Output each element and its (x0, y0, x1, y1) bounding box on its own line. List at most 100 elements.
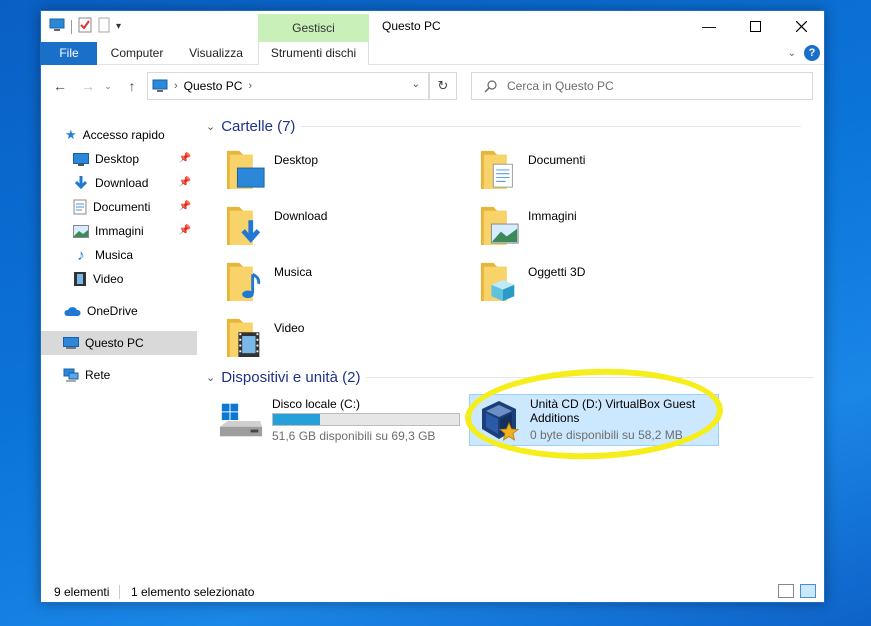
drive-info: Disco locale (C:) 51,6 GB disponibili su… (272, 397, 460, 449)
properties-icon[interactable] (78, 17, 92, 36)
navigation-bar: ← → ⌄ ↑ › Questo PC › ⌄ ↻ (41, 70, 824, 102)
sidebar-item-label: Accesso rapido (82, 128, 165, 142)
window-title: Questo PC (382, 19, 441, 33)
address-dropdown-icon[interactable]: ⌄ (412, 79, 420, 90)
folder-label: Desktop (274, 153, 319, 167)
chevron-down-icon: ⌄ (104, 81, 112, 91)
tab-file[interactable]: File (41, 42, 97, 65)
content-pane: ⌄ Cartelle (7) Desktop Documenti Downloa… (198, 111, 825, 581)
folder-tile-download[interactable]: Download (226, 203, 466, 255)
drive-name-continued: Additions (530, 411, 580, 425)
drive-tile-d[interactable]: Unità CD (D:) VirtualBox Guest Additions… (469, 394, 719, 446)
sidebar-item-download[interactable]: Download 📌 (73, 171, 195, 195)
sidebar-item-label: Documenti (93, 200, 151, 214)
folder-tile-immagini[interactable]: Immagini (480, 203, 720, 255)
drive-name: Disco locale (C:) (272, 397, 361, 411)
maximize-button[interactable] (732, 11, 778, 41)
document-icon (73, 199, 87, 215)
forward-button[interactable]: → (79, 77, 97, 95)
sidebar-item-questo-pc[interactable]: Questo PC (41, 331, 197, 355)
sidebar-item-documenti[interactable]: Documenti 📌 (73, 195, 195, 219)
sidebar-item-video[interactable]: Video (73, 267, 195, 291)
status-separator (119, 585, 120, 599)
folder-download-icon (226, 206, 261, 245)
folder-label: Documenti (528, 153, 586, 167)
minimize-button[interactable]: — (686, 11, 732, 41)
maximize-icon (749, 20, 761, 32)
arrow-right-icon: → (81, 78, 95, 94)
download-arrow-icon (74, 176, 88, 190)
this-pc-icon (63, 336, 79, 349)
sidebar-item-accesso-rapido[interactable]: ★ Accesso rapido (65, 123, 195, 147)
cloud-icon (64, 307, 81, 316)
address-bar[interactable]: › Questo PC › ⌄ (147, 72, 429, 100)
breadcrumb-questo-pc[interactable]: Questo PC (184, 79, 243, 93)
sidebar-item-label: Questo PC (85, 336, 144, 350)
folder-music-icon (226, 262, 261, 301)
window-controls: — (686, 11, 824, 41)
sidebar-item-label: Rete (85, 368, 111, 382)
ribbon-tabs: File Computer Visualizza Strumenti disch… (41, 42, 824, 65)
contextual-group-gestisci: Gestisci (258, 14, 369, 42)
sidebar-item-immagini[interactable]: Immagini 📌 (73, 219, 195, 243)
folder-documents-icon (480, 150, 513, 189)
close-icon (795, 20, 807, 32)
group-header-folders[interactable]: ⌄ Cartelle (7) (206, 118, 802, 135)
search-box[interactable] (471, 72, 813, 100)
folder-desktop-icon (226, 150, 265, 189)
sidebar-item-label: Musica (95, 248, 134, 262)
drive-space: 51,6 GB disponibili su 69,3 GB (272, 429, 436, 443)
back-button[interactable]: ← (51, 77, 69, 95)
sidebar-item-label: Video (93, 272, 124, 286)
qat-dropdown-icon[interactable]: ▾ (116, 21, 121, 32)
sidebar-item-desktop[interactable]: Desktop 📌 (73, 147, 195, 171)
folder-tile-desktop[interactable]: Desktop (226, 147, 466, 199)
folder-label: Musica (274, 265, 313, 279)
chevron-down-icon: ⌄ (206, 372, 216, 384)
star-icon: ★ (65, 127, 77, 142)
folder-tile-oggetti-3d[interactable]: Oggetti 3D (480, 259, 720, 311)
tab-computer[interactable]: Computer (101, 42, 173, 65)
expand-ribbon-icon[interactable]: ⌄ (788, 48, 796, 59)
folder-tile-documenti[interactable]: Documenti (480, 147, 720, 199)
navigation-pane: ★ Accesso rapido Desktop 📌 Download 📌 Do… (41, 123, 197, 573)
recent-locations-button[interactable]: ⌄ (99, 77, 117, 95)
desktop-icon (73, 152, 89, 166)
pictures-icon (73, 224, 89, 238)
quick-access-toolbar: ▾ (49, 17, 121, 36)
folder-label: Immagini (528, 209, 577, 223)
refresh-button[interactable]: ↻ (429, 72, 457, 100)
search-icon (484, 79, 497, 92)
this-pc-icon (152, 79, 168, 92)
help-icon[interactable]: ? (804, 45, 820, 61)
group-header-devices[interactable]: ⌄ Dispositivi e unità (2) (206, 369, 815, 386)
up-button[interactable]: ↑ (123, 77, 141, 95)
folder-label: Download (274, 209, 328, 223)
virtualbox-cd-icon (482, 401, 520, 441)
sidebar-item-rete[interactable]: Rete (63, 363, 195, 387)
large-icons-view-icon[interactable] (800, 584, 816, 598)
sidebar-item-musica[interactable]: ♪ Musica (73, 243, 195, 267)
search-input[interactable] (507, 79, 787, 93)
pin-icon: 📌 (178, 201, 191, 212)
folder-tile-musica[interactable]: Musica (226, 259, 466, 311)
pin-icon: 📌 (178, 177, 191, 188)
music-note-icon: ♪ (77, 246, 85, 264)
status-bar: 9 elementi 1 elemento selezionato (41, 581, 824, 603)
close-button[interactable] (778, 11, 824, 41)
folder-pictures-icon (480, 206, 519, 245)
arrow-left-icon: ← (53, 78, 67, 94)
details-view-icon[interactable] (778, 584, 794, 598)
sidebar-item-label: Download (95, 176, 149, 190)
folder-label: Oggetti 3D (528, 265, 586, 279)
sidebar-item-onedrive[interactable]: OneDrive (63, 299, 195, 323)
new-folder-icon[interactable] (98, 17, 110, 36)
tab-strumenti-dischi[interactable]: Strumenti dischi (258, 42, 369, 65)
sidebar-item-label: OneDrive (87, 304, 138, 318)
tab-visualizza[interactable]: Visualizza (181, 42, 251, 65)
group-title: Cartelle (7) (221, 118, 296, 135)
network-icon (63, 368, 79, 382)
folder-tile-video[interactable]: Video (226, 315, 466, 367)
drive-tile-c[interactable]: Disco locale (C:) 51,6 GB disponibili su… (218, 397, 460, 449)
drive-space: 0 byte disponibili su 58,2 MB (530, 428, 683, 442)
